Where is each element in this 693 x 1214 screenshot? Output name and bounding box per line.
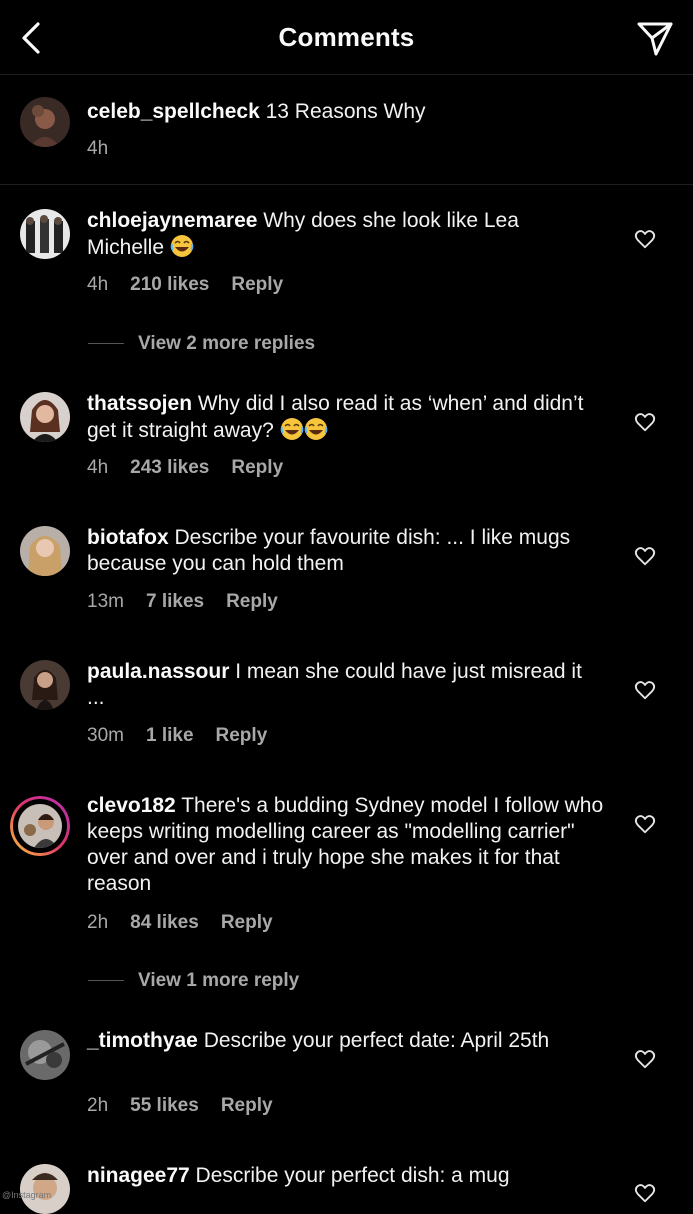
caption-text: celeb_spellcheck 13 Reasons Why: [87, 100, 426, 123]
share-button[interactable]: [635, 18, 675, 58]
comment-meta: 4h 210 likes Reply: [87, 274, 305, 296]
view-replies-button[interactable]: View 2 more replies: [88, 333, 315, 355]
post-caption: celeb_spellcheck 13 Reasons Why 4h: [0, 75, 693, 185]
comment-text: thatssojen Why did I also read it as ‘wh…: [87, 392, 584, 442]
divider: [88, 343, 124, 345]
comment-text: clevo182 There's a budding Sydney model …: [87, 794, 604, 895]
username[interactable]: _timothyae: [87, 1029, 198, 1052]
comment-text: _timothyae Describe your perfect date: A…: [87, 1029, 550, 1052]
timestamp: 2h: [87, 912, 109, 933]
heart-icon[interactable]: [634, 411, 656, 433]
timestamp: 4h: [87, 457, 109, 478]
comment-meta: 13m 7 likes Reply: [87, 591, 300, 613]
reply-button[interactable]: Reply: [216, 725, 268, 746]
avatar[interactable]: [20, 526, 70, 576]
heart-icon[interactable]: [634, 545, 656, 567]
like-count[interactable]: 210 likes: [130, 274, 209, 295]
heart-icon[interactable]: [634, 813, 656, 835]
username[interactable]: celeb_spellcheck: [87, 100, 260, 123]
top-bar: Comments: [0, 0, 693, 75]
comment-meta: 30m 1 like Reply: [87, 725, 289, 747]
username[interactable]: biotafox: [87, 526, 169, 549]
avatar[interactable]: [20, 97, 70, 147]
paper-plane-icon: [637, 22, 673, 56]
avatar[interactable]: [20, 1164, 70, 1214]
like-count[interactable]: 243 likes: [130, 457, 209, 478]
timestamp: 13m: [87, 591, 124, 612]
laughing-emoji-icon: [170, 235, 194, 257]
comment-meta: 4h 243 likes Reply: [87, 457, 305, 479]
timestamp: 2h: [87, 1095, 109, 1116]
avatar[interactable]: [20, 209, 70, 259]
username[interactable]: chloejaynemaree: [87, 209, 257, 232]
comment-meta: 2h 84 likes Reply: [87, 912, 295, 934]
comment-text: ninagee77 Describe your perfect dish: a …: [87, 1164, 510, 1187]
like-count[interactable]: 55 likes: [130, 1095, 199, 1116]
username[interactable]: paula.nassour: [87, 660, 229, 683]
reply-button[interactable]: Reply: [231, 457, 283, 478]
laughing-emoji-icon: [304, 418, 327, 440]
avatar[interactable]: [20, 1030, 70, 1080]
caption-meta: 4h: [87, 138, 130, 160]
comment-meta: 2h 55 likes Reply: [87, 1095, 295, 1117]
heart-icon[interactable]: [634, 1182, 656, 1204]
timestamp: 4h: [87, 274, 109, 295]
watermark: @Instagram: [2, 1190, 52, 1200]
reply-button[interactable]: Reply: [221, 912, 273, 933]
like-count[interactable]: 1 like: [146, 725, 194, 746]
comment-text: chloejaynemaree Why does she look like L…: [87, 209, 519, 259]
heart-icon[interactable]: [634, 228, 656, 250]
like-count[interactable]: 84 likes: [130, 912, 199, 933]
avatar[interactable]: [20, 392, 70, 442]
avatar-with-story-ring[interactable]: [10, 796, 70, 856]
reply-button[interactable]: Reply: [221, 1095, 273, 1116]
page-title: Comments: [278, 22, 415, 52]
comment-text: biotafox Describe your favourite dish: .…: [87, 526, 571, 575]
laughing-emoji-icon: [280, 418, 303, 440]
heart-icon[interactable]: [634, 679, 656, 701]
reply-button[interactable]: Reply: [231, 274, 283, 295]
username[interactable]: clevo182: [87, 794, 176, 817]
heart-icon[interactable]: [634, 1048, 656, 1070]
like-count[interactable]: 7 likes: [146, 591, 204, 612]
timestamp: 4h: [87, 138, 109, 159]
view-replies-button[interactable]: View 1 more reply: [88, 970, 299, 992]
timestamp: 30m: [87, 725, 124, 746]
comment-text: paula.nassour I mean she could have just…: [87, 660, 582, 709]
divider: [88, 980, 124, 982]
username[interactable]: ninagee77: [87, 1164, 190, 1187]
reply-button[interactable]: Reply: [226, 591, 278, 612]
username[interactable]: thatssojen: [87, 392, 192, 415]
avatar[interactable]: [20, 660, 70, 710]
